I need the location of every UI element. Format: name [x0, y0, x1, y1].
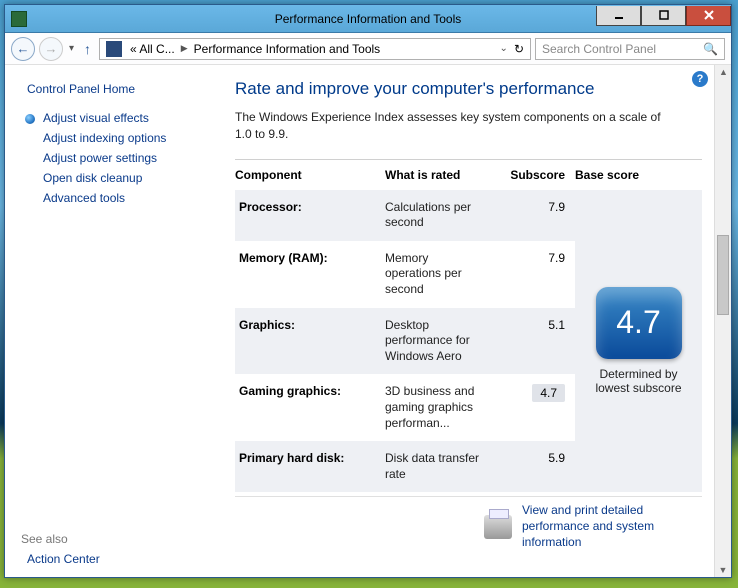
component-name: Processor: — [235, 200, 385, 214]
control-panel-home-link[interactable]: Control Panel Home — [21, 79, 207, 108]
table-body: Processor:Calculations per second7.9Memo… — [235, 190, 702, 493]
search-placeholder: Search Control Panel — [542, 42, 656, 56]
component-name: Graphics: — [235, 318, 385, 332]
app-icon — [11, 11, 27, 27]
base-score-note: Determined by lowest subscore — [589, 367, 689, 395]
scroll-down-icon[interactable]: ▼ — [715, 565, 731, 575]
back-button[interactable]: ← — [11, 37, 35, 61]
subscore-value: 5.1 — [495, 318, 575, 332]
table-row: Memory (RAM):Memory operations per secon… — [235, 241, 575, 308]
action-center-link[interactable]: Action Center — [21, 549, 207, 569]
minimize-button[interactable] — [596, 6, 641, 26]
content-area: Control Panel Home Adjust visual effects… — [5, 65, 731, 577]
scroll-thumb[interactable] — [717, 235, 729, 315]
sidebar-item-disk-cleanup[interactable]: Open disk cleanup — [21, 168, 207, 188]
search-input[interactable]: Search Control Panel 🔍 — [535, 38, 725, 60]
window-buttons — [596, 6, 731, 26]
rated-desc: Calculations per second — [385, 200, 495, 231]
scroll-up-icon[interactable]: ▲ — [715, 67, 731, 77]
subscore-value: 4.7 — [495, 384, 575, 402]
component-name: Primary hard disk: — [235, 451, 385, 465]
breadcrumb-segment[interactable]: Performance Information and Tools — [190, 42, 385, 56]
sidebar-item-indexing[interactable]: Adjust indexing options — [21, 128, 207, 148]
base-score-badge: 4.7 — [596, 287, 682, 359]
window-title: Performance Information and Tools — [275, 12, 462, 26]
breadcrumb-segment[interactable]: « All C... — [126, 42, 179, 56]
scrollbar[interactable]: ▲ ▼ — [714, 65, 731, 577]
search-icon: 🔍 — [703, 42, 718, 56]
table-row: Gaming graphics:3D business and gaming g… — [235, 374, 575, 441]
rated-desc: 3D business and gaming graphics performa… — [385, 384, 495, 431]
page-description: The Windows Experience Index assesses ke… — [235, 109, 675, 143]
rated-desc: Desktop performance for Windows Aero — [385, 318, 495, 365]
rated-desc: Memory operations per second — [385, 251, 495, 298]
sidebar-item-advanced[interactable]: Advanced tools — [21, 188, 207, 208]
header-rated: What is rated — [385, 168, 495, 182]
table-header: Component What is rated Subscore Base sc… — [235, 159, 702, 190]
main-content: ? Rate and improve your computer's perfo… — [215, 65, 714, 577]
close-button[interactable] — [686, 6, 731, 26]
address-bar[interactable]: « All C... ▶ Performance Information and… — [99, 38, 531, 60]
table-row: Graphics:Desktop performance for Windows… — [235, 308, 575, 375]
refresh-icon[interactable]: ↻ — [514, 42, 524, 56]
maximize-button[interactable] — [641, 6, 686, 26]
address-dropdown-icon[interactable]: ⌄ — [498, 43, 510, 54]
control-panel-icon — [106, 41, 122, 57]
window-frame: Performance Information and Tools ← → ▾ … — [4, 4, 732, 578]
breadcrumb-separator-icon: ▶ — [179, 43, 190, 54]
header-subscore: Subscore — [495, 168, 575, 182]
component-name: Gaming graphics: — [235, 384, 385, 398]
table-row: Primary hard disk:Disk data transfer rat… — [235, 441, 575, 492]
subscore-value: 5.9 — [495, 451, 575, 465]
header-base: Base score — [575, 168, 702, 182]
see-also-label: See also — [21, 529, 207, 549]
up-button[interactable]: ↑ — [80, 41, 95, 57]
forward-button[interactable]: → — [39, 37, 63, 61]
subscore-value: 7.9 — [495, 200, 575, 214]
navigation-toolbar: ← → ▾ ↑ « All C... ▶ Performance Informa… — [5, 33, 731, 65]
view-print-link[interactable]: View and print detailed performance and … — [522, 503, 702, 550]
page-title: Rate and improve your computer's perform… — [235, 79, 702, 99]
header-component: Component — [235, 168, 385, 182]
footer: View and print detailed performance and … — [235, 496, 702, 550]
printer-icon — [484, 515, 512, 539]
sidebar-item-visual-effects[interactable]: Adjust visual effects — [21, 108, 207, 128]
subscore-value: 7.9 — [495, 251, 575, 265]
help-icon[interactable]: ? — [692, 71, 708, 87]
sidebar: Control Panel Home Adjust visual effects… — [5, 65, 215, 577]
base-score-cell: 4.7 Determined by lowest subscore — [575, 190, 702, 493]
sidebar-item-power[interactable]: Adjust power settings — [21, 148, 207, 168]
table-row: Processor:Calculations per second7.9 — [235, 190, 575, 241]
titlebar[interactable]: Performance Information and Tools — [5, 5, 731, 33]
history-dropdown-icon[interactable]: ▾ — [67, 43, 76, 54]
rated-desc: Disk data transfer rate — [385, 451, 495, 482]
component-name: Memory (RAM): — [235, 251, 385, 265]
